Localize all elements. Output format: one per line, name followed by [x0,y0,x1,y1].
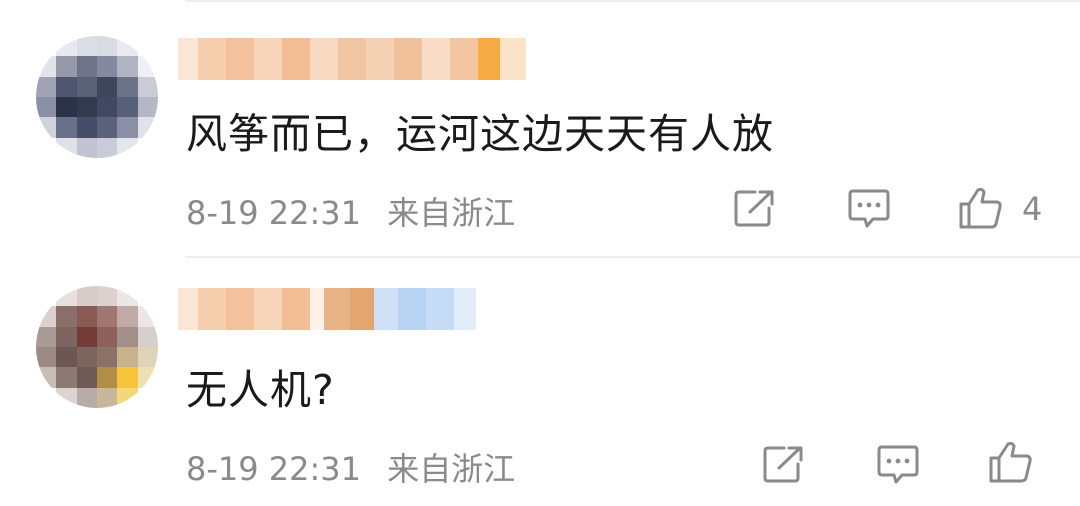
comment-text: 无人机? [186,366,335,414]
comment-text: 风筝而已，运河这边天天有人放 [186,110,774,158]
avatar[interactable] [36,36,158,158]
thumbs-up-icon[interactable] [958,186,1004,230]
like-count: 4 [1022,190,1043,228]
comment-item: 风筝而已，运河这边天天有人放 8-19 22:31 来自浙江 4 [0,0,1080,256]
comment-icon[interactable] [847,188,891,230]
comment-meta: 8-19 22:31 来自浙江 [186,188,515,234]
share-icon[interactable] [733,188,777,228]
location: 来自浙江 [387,450,516,488]
timestamp: 8-19 22:31 [186,450,362,488]
username-blurred[interactable] [178,38,526,80]
username-blurred[interactable] [178,288,476,330]
location: 来自浙江 [387,194,516,232]
timestamp: 8-19 22:31 [186,194,362,232]
thumbs-up-icon[interactable] [988,440,1034,484]
share-icon[interactable] [762,444,806,484]
comment-meta: 8-19 22:31 来自浙江 [186,444,515,490]
comment-icon[interactable] [876,444,920,486]
avatar[interactable] [36,286,158,408]
comment-item: 无人机? 8-19 22:31 来自浙江 [0,258,1080,506]
